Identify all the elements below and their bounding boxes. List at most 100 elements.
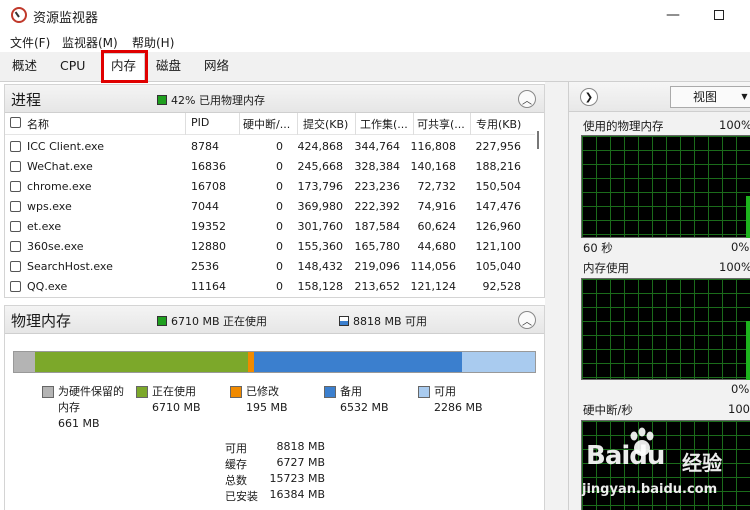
- process-name: 360se.exe: [27, 240, 84, 253]
- chevron-right-icon[interactable]: ❯: [580, 88, 598, 106]
- legend-hardware-reserved: 为硬件保留的内存 661 MB: [42, 384, 128, 432]
- table-row[interactable]: SearchHost.exe 2536 0 148,432 219,096 114,056…: [5, 257, 535, 277]
- column-commit[interactable]: 提交(KB): [303, 116, 348, 132]
- process-hard-faults: 0: [276, 220, 283, 233]
- graph-title: 内存使用: [583, 261, 629, 275]
- legend-in-use: 正在使用 6710 MB: [136, 384, 201, 416]
- available-swatch: [339, 316, 349, 326]
- collapse-chevron-up-icon[interactable]: ︿: [518, 311, 536, 329]
- summary-value: 8818 MB: [276, 440, 325, 453]
- column-name[interactable]: 名称: [27, 116, 49, 132]
- table-row[interactable]: QQ.exe 11164 0 158,128 213,652 121,124 92,528: [5, 277, 535, 297]
- row-checkbox[interactable]: [10, 201, 21, 212]
- process-hard-faults: 0: [276, 260, 283, 273]
- column-hard-faults[interactable]: 硬中断/...: [243, 116, 290, 132]
- row-checkbox[interactable]: [10, 261, 21, 272]
- summary-installed: 已安装 16384 MB: [225, 488, 345, 504]
- legend-value: 661 MB: [58, 417, 100, 430]
- row-checkbox[interactable]: [10, 281, 21, 292]
- process-pid: 7044: [191, 200, 219, 213]
- table-row[interactable]: wps.exe 7044 0 369,980 222,392 74,916 147,476: [5, 197, 535, 217]
- process-hard-faults: 0: [276, 200, 283, 213]
- table-row[interactable]: 360se.exe 12880 0 155,360 165,780 44,680 121,1…: [5, 237, 535, 257]
- tab-network[interactable]: 网络: [196, 56, 237, 80]
- process-name: SearchHost.exe: [27, 260, 113, 273]
- select-all-checkbox[interactable]: [10, 117, 21, 128]
- graph-max: 100%: [719, 260, 750, 274]
- process-panel-header[interactable]: 进程 42% 已用物理内存 ︿: [5, 85, 544, 113]
- table-row[interactable]: chrome.exe 16708 0 173,796 223,236 72,732 150,…: [5, 177, 535, 197]
- row-checkbox[interactable]: [10, 241, 21, 252]
- tab-cpu[interactable]: CPU: [52, 56, 93, 80]
- menu-file[interactable]: 文件(F): [10, 34, 50, 51]
- process-private: 92,528: [482, 280, 522, 293]
- process-shareable: 116,808: [410, 140, 457, 153]
- process-pid: 11164: [191, 280, 226, 293]
- resource-monitor-icon: [11, 7, 27, 23]
- process-private: 188,216: [475, 160, 522, 173]
- legend-free: 可用 2286 MB: [418, 384, 483, 416]
- summary-value: 15723 MB: [269, 472, 325, 485]
- process-commit: 173,796: [297, 180, 344, 193]
- table-row[interactable]: WeChat.exe 16836 0 245,668 328,384 140,168 188…: [5, 157, 535, 177]
- memory-in-use-status: 6710 MB 正在使用: [171, 315, 268, 328]
- column-private[interactable]: 专用(KB): [476, 116, 521, 132]
- graph-min: 0%: [731, 382, 750, 396]
- memory-panel-header[interactable]: 物理内存 6710 MB 正在使用 8818 MB 可用 ︿: [5, 306, 544, 334]
- summary-value: 16384 MB: [269, 488, 325, 501]
- memory-bar-segment: [35, 352, 248, 372]
- menu-help[interactable]: 帮助(H): [132, 34, 174, 51]
- process-private: 121,100: [475, 240, 522, 253]
- menu-monitor[interactable]: 监视器(M): [62, 34, 118, 51]
- process-pid: 12880: [191, 240, 226, 253]
- summary-available: 可用 8818 MB: [225, 440, 345, 456]
- process-private: 147,476: [475, 200, 522, 213]
- process-working-set: 187,584: [354, 220, 401, 233]
- column-working-set[interactable]: 工作集(...: [360, 116, 408, 132]
- window-title: 资源监视器: [33, 11, 99, 26]
- table-row[interactable]: et.exe 19352 0 301,760 187,584 60,624 126,960: [5, 217, 535, 237]
- row-checkbox[interactable]: [10, 141, 21, 152]
- process-hard-faults: 0: [276, 160, 283, 173]
- title-bar: 资源监视器 —: [0, 0, 750, 30]
- memory-available-status: 8818 MB 可用: [353, 315, 428, 328]
- legend-modified: 已修改 195 MB: [230, 384, 288, 416]
- memory-panel-title: 物理内存: [11, 312, 72, 330]
- process-name: et.exe: [27, 220, 62, 233]
- pane-splitter[interactable]: [545, 82, 568, 510]
- summary-cached: 缓存 6727 MB: [225, 456, 345, 472]
- row-checkbox[interactable]: [10, 221, 21, 232]
- maximize-icon[interactable]: [710, 6, 728, 24]
- summary-key: 缓存: [225, 458, 247, 471]
- process-commit: 301,760: [297, 220, 344, 233]
- process-working-set: 222,392: [354, 200, 401, 213]
- graph-title: 硬中断/秒: [583, 403, 633, 417]
- row-checkbox[interactable]: [10, 161, 21, 172]
- process-commit: 155,360: [297, 240, 344, 253]
- legend-swatch: [418, 386, 430, 398]
- process-panel: 进程 42% 已用物理内存 ︿ 名称 PID 硬中断/... 提交(KB) 工作…: [4, 84, 545, 298]
- tab-overview[interactable]: 概述: [4, 56, 45, 80]
- process-scrollbar[interactable]: [534, 113, 542, 298]
- column-shareable[interactable]: 可共享(...: [417, 116, 465, 132]
- minimize-icon[interactable]: —: [664, 6, 682, 24]
- column-pid[interactable]: PID: [191, 116, 209, 129]
- summary-key: 可用: [225, 442, 247, 455]
- row-checkbox[interactable]: [10, 181, 21, 192]
- view-dropdown-icon[interactable]: ▼: [739, 86, 750, 108]
- tab-disk[interactable]: 磁盘: [148, 56, 189, 80]
- graph-title: 使用的物理内存: [583, 119, 664, 133]
- legend-value: 2286 MB: [434, 401, 483, 414]
- process-name: WeChat.exe: [27, 160, 93, 173]
- physical-memory-graph: [581, 135, 750, 238]
- process-hard-faults: 0: [276, 140, 283, 153]
- legend-swatch: [42, 386, 54, 398]
- collapse-chevron-up-icon[interactable]: ︿: [518, 90, 536, 108]
- process-working-set: 223,236: [354, 180, 401, 193]
- process-shareable: 60,624: [417, 220, 457, 233]
- graph-min: 0%: [731, 240, 750, 254]
- memory-bar-segment: [462, 352, 535, 372]
- table-row[interactable]: ICC Client.exe 8784 0 424,868 344,764 116,808…: [5, 137, 535, 157]
- view-button[interactable]: 视图: [670, 86, 740, 108]
- graph-time-span: 60 秒: [583, 241, 613, 255]
